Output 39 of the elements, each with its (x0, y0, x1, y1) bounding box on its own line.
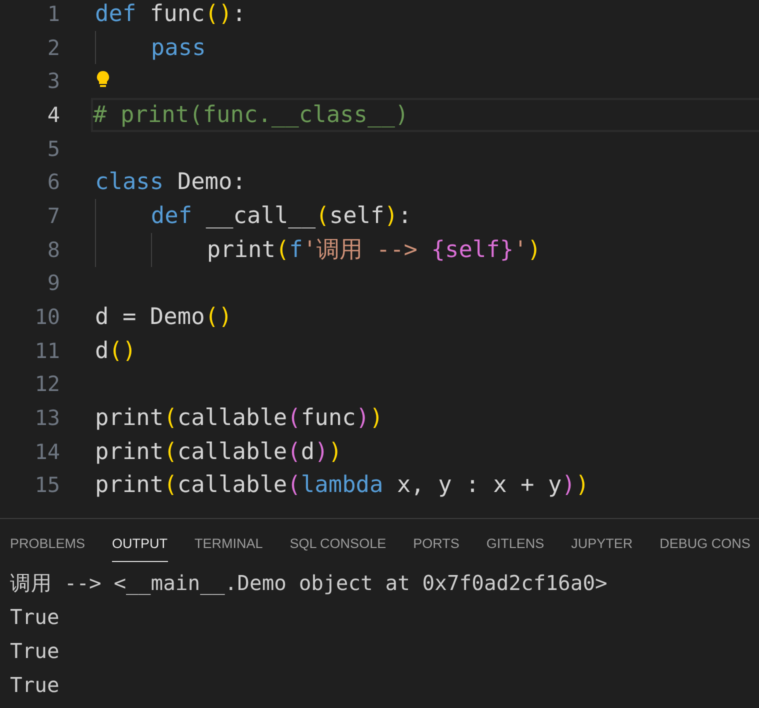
code-line: pass (93, 30, 759, 64)
code-line: class Demo: (94, 168, 247, 198)
panel-tab[interactable]: PORTS (413, 523, 460, 562)
panel-tab[interactable]: SQL CONSOLE (290, 523, 386, 562)
output-line: 调用 --> <__main__.Demo object at 0x7f0ad2cf16a0> (10, 570, 608, 597)
line-number: 4 (46, 102, 60, 127)
line-number: 1 (46, 2, 60, 26)
line-number: 8 (46, 238, 60, 262)
panel-tab[interactable]: DEBUG CONS (660, 523, 750, 562)
line-number: 14 (34, 440, 60, 464)
output-line: True (10, 672, 60, 699)
line-number: 13 (34, 406, 60, 430)
code-line: d = Demo() (94, 303, 234, 332)
line-number: 11 (34, 338, 60, 363)
panel-tab[interactable]: TERMINAL (194, 523, 263, 562)
line-number: 10 (34, 305, 60, 330)
output-line: True (10, 604, 60, 631)
panel-tab[interactable]: OUTPUT (112, 523, 168, 562)
code-line: d() (94, 336, 138, 366)
panel-tab[interactable]: PROBLEMS (10, 523, 86, 562)
code-line: print(f'调用 --> {self}') (93, 232, 759, 266)
output-line: True (10, 638, 60, 665)
lightbulb-icon[interactable] (96, 70, 110, 88)
line-number: 2 (46, 36, 60, 60)
code-line: print(callable(func)) (94, 404, 384, 434)
code-line: def func(): (94, 0, 247, 29)
line-number: 12 (34, 372, 60, 396)
code-line: print(callable(lambda x, y : x + y)) (94, 471, 590, 500)
code-line: def __call__(self): (93, 199, 759, 233)
line-number: 9 (46, 271, 60, 296)
panel-tab[interactable]: GITLENS (486, 523, 544, 562)
line-number: 5 (46, 136, 60, 161)
line-number: 7 (46, 204, 60, 228)
line-number: 15 (34, 473, 60, 498)
panel-tab[interactable]: JUPYTER (571, 523, 633, 562)
code-line: print(callable(d)) (94, 438, 344, 467)
line-number: 6 (46, 170, 60, 194)
line-number: 3 (46, 69, 60, 94)
code-line: # print(func.__class__) (91, 98, 759, 132)
